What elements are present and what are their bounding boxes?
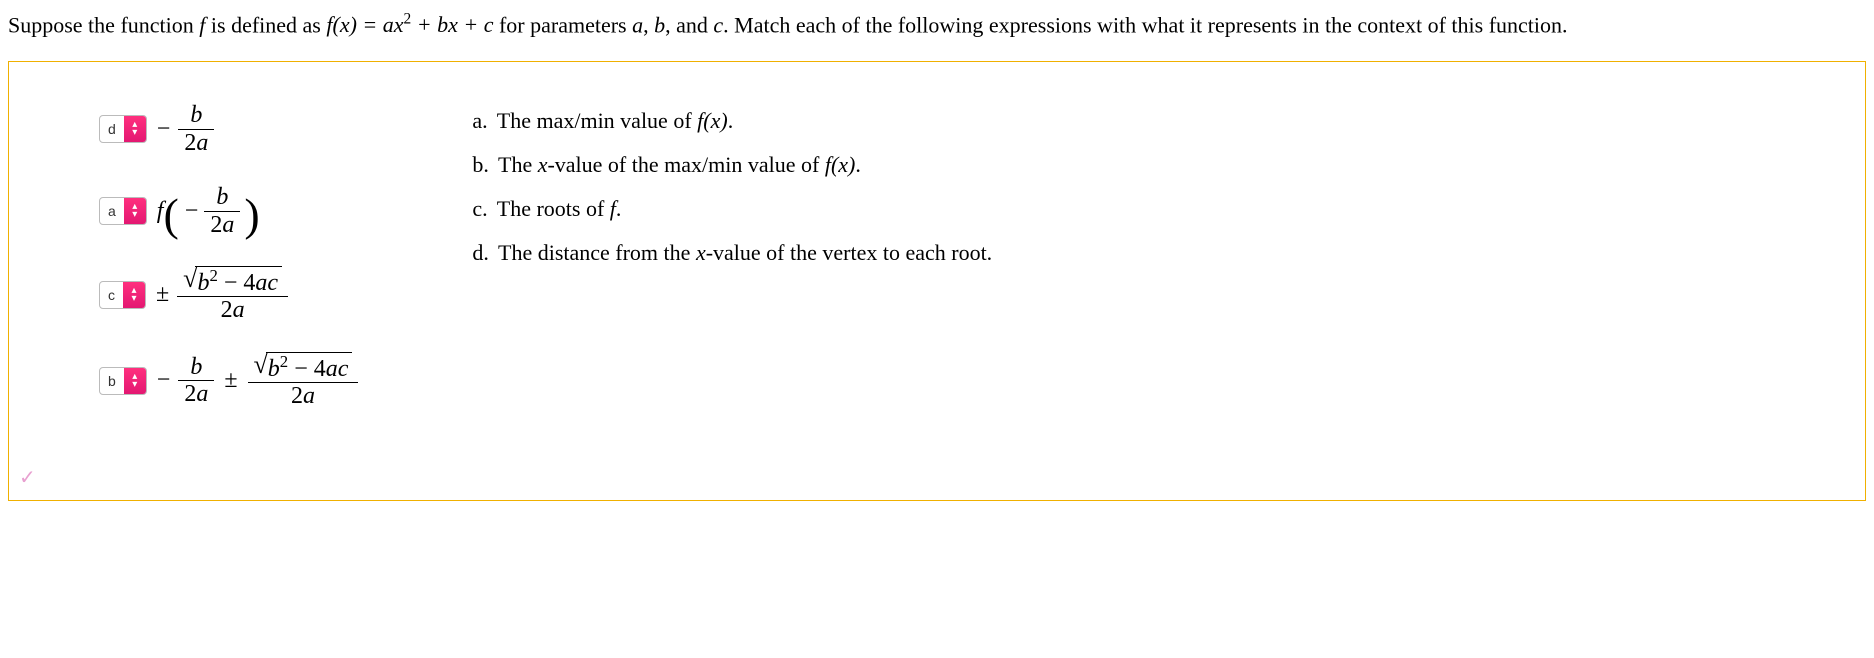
check-icon: ✓	[19, 465, 36, 490]
expression-3: ± √b2 − 4ac 2a	[156, 266, 292, 324]
select-value: b	[100, 368, 124, 394]
matching-panel: d − b 2a a f	[8, 61, 1866, 501]
question-prompt: Suppose the function f is defined as f(x…	[8, 8, 1866, 41]
match-row: a f ( − b 2a )	[99, 184, 362, 238]
select-arrows-icon	[124, 198, 146, 224]
match-row: c ± √b2 − 4ac 2a	[99, 266, 362, 324]
match-select-3[interactable]: c	[99, 281, 146, 309]
select-arrows-icon	[123, 282, 145, 308]
expressions-column: d − b 2a a f	[99, 102, 362, 409]
option-c: c. The roots of f.	[472, 196, 1835, 222]
expression-4: − b 2a ± √b2 − 4ac 2a	[157, 352, 363, 410]
match-select-2[interactable]: a	[99, 197, 147, 225]
option-b: b. The x-value of the max/min value of f…	[472, 152, 1835, 178]
match-select-4[interactable]: b	[99, 367, 147, 395]
select-arrows-icon	[124, 368, 146, 394]
select-value: d	[100, 116, 124, 142]
option-d: d. The distance from the x-value of the …	[472, 240, 1835, 266]
options-column: a. The max/min value of f(x). b. The x-v…	[472, 102, 1835, 284]
expression-1: − b 2a	[157, 102, 219, 156]
match-select-1[interactable]: d	[99, 115, 147, 143]
select-arrows-icon	[124, 116, 146, 142]
option-a: a. The max/min value of f(x).	[472, 108, 1835, 134]
select-value: c	[100, 282, 123, 308]
expression-2: f ( − b 2a )	[157, 184, 260, 238]
select-value: a	[100, 198, 124, 224]
match-row: b − b 2a ± √b2 − 4ac	[99, 352, 362, 410]
match-row: d − b 2a	[99, 102, 362, 156]
